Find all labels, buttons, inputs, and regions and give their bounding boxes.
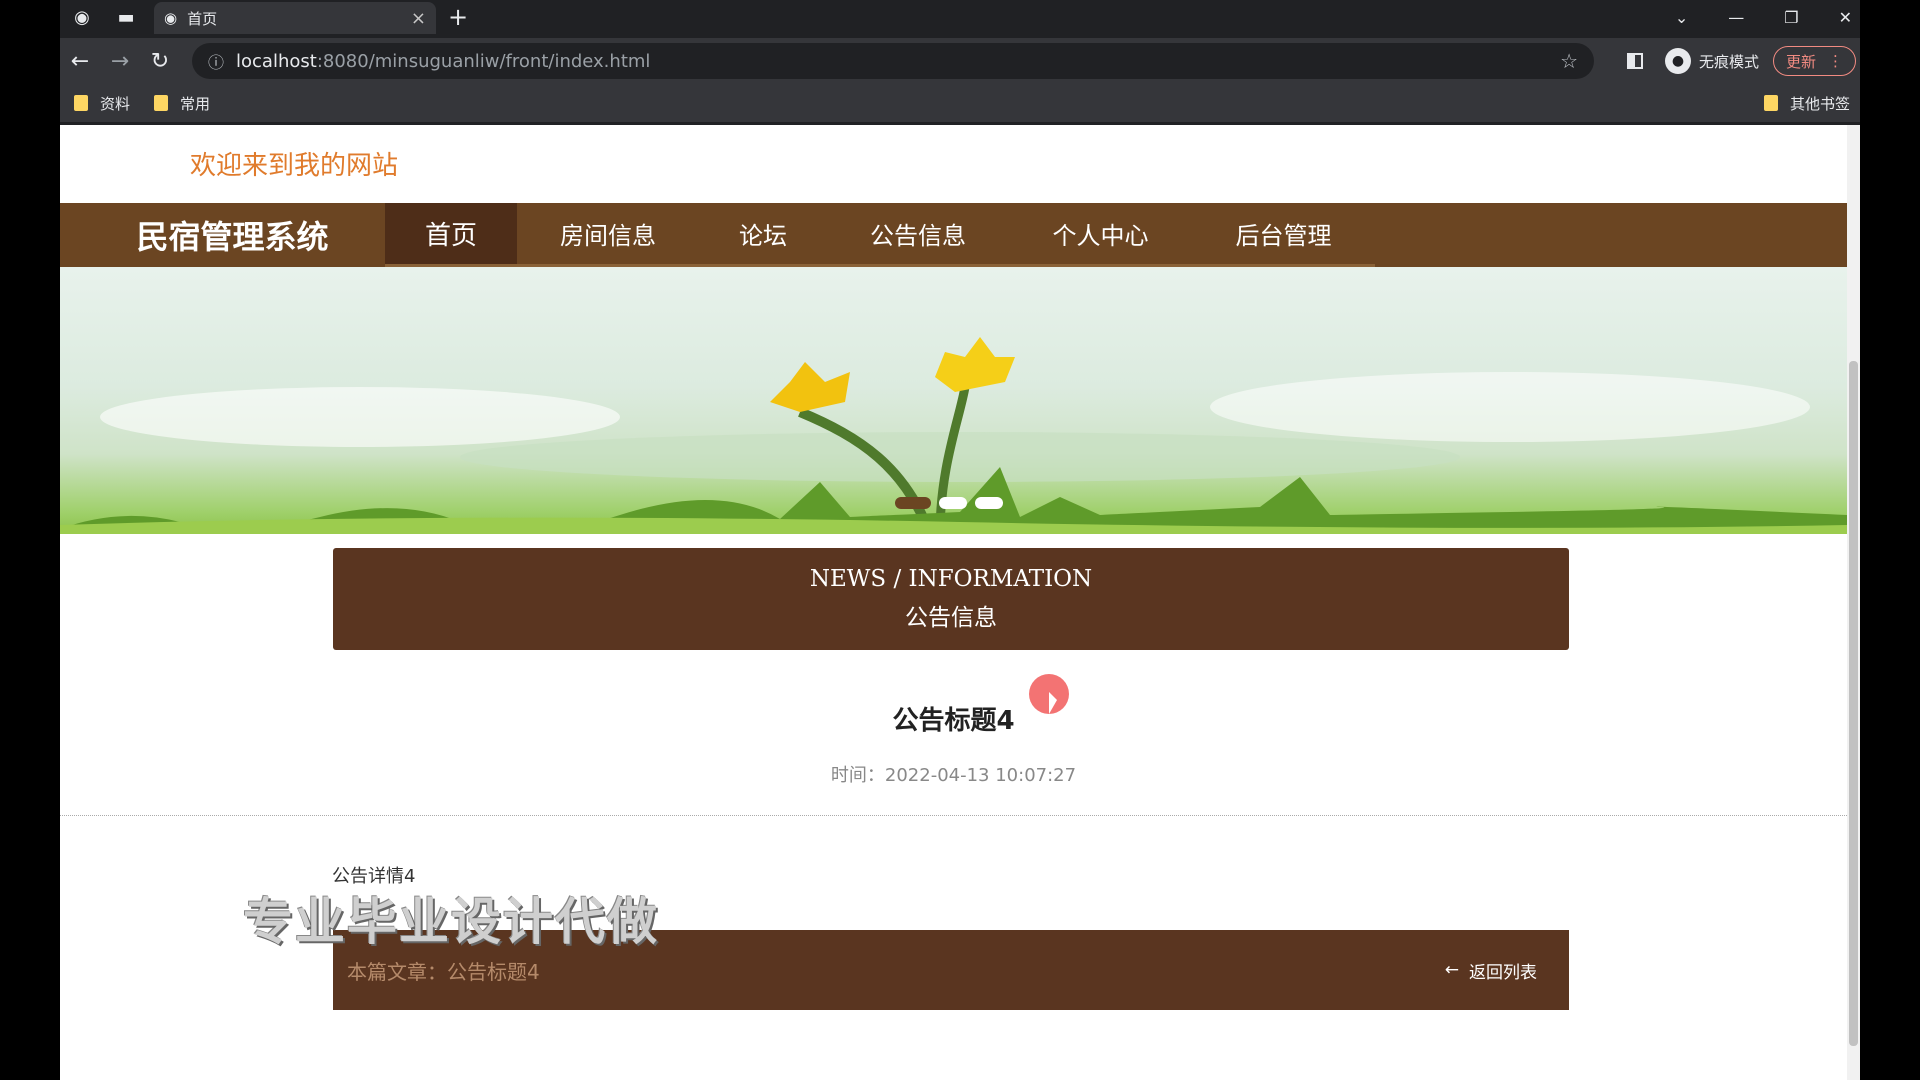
incognito-indicator[interactable]: ● 无痕模式 [1664,48,1759,74]
menu-dots-icon: ⋮ [1828,52,1843,70]
arrow-left-icon: ← [1444,960,1459,980]
address-bar[interactable]: ⓘ localhost :8080/minsuguanliw/front/ind… [192,43,1594,79]
scrollbar-thumb[interactable] [1849,361,1858,1046]
browser-toolbar: ← → ↻ ⓘ localhost :8080/minsuguanliw/fro… [60,38,1860,84]
carousel-dot[interactable] [975,497,1003,509]
globe-icon: ◉ [164,9,178,27]
bookmark-label: 常用 [180,94,211,113]
other-bookmarks[interactable]: 其他书签 [1763,84,1850,122]
bookmark-folder-docs[interactable]: 资料 [74,93,130,114]
update-label: 更新 [1785,52,1816,71]
other-bookmarks-label: 其他书签 [1789,94,1850,113]
nav-admin[interactable]: 后台管理 [1192,203,1375,267]
section-title-en: NEWS / INFORMATION [809,566,1093,592]
mouse-pointer-icon [1049,692,1057,714]
banner-illustration [60,337,1847,534]
window-icon: ▬ [117,6,135,28]
nav-announcements[interactable]: 公告信息 [827,203,1009,267]
pinned-tab-globe[interactable]: ◉ [60,0,104,34]
close-tab-icon[interactable]: × [411,8,426,29]
bookmark-folder-common[interactable]: 常用 [154,93,210,114]
watermark-text: 专业毕业设计代做 [243,893,659,951]
update-button[interactable]: 更新 ⋮ [1772,46,1856,76]
toolbar-right: ● 无痕模式 更新 ⋮ [1626,38,1860,84]
carousel-dot[interactable] [939,497,967,509]
carousel-indicators [895,497,1003,509]
browser-chrome: ◉ ▬ ◉ 首页 × + ⌄ — ❐ ✕ ← → ↻ ⓘ localhost :… [60,0,1860,125]
incognito-label: 无痕模式 [1698,52,1759,71]
section-title-zh: 公告信息 [905,605,997,631]
side-panel-icon[interactable] [1626,53,1643,69]
bookmark-label: 资料 [100,94,131,113]
window-controls: ⌄ — ❐ ✕ [1675,0,1852,34]
site-brand[interactable]: 民宿管理系统 [60,212,385,258]
page-scrollbar[interactable] [1847,125,1860,1080]
minimize-icon[interactable]: — [1728,8,1744,27]
welcome-text: 欢迎来到我的网站 [190,151,399,181]
close-window-icon[interactable]: ✕ [1839,8,1852,27]
tab-bar: ◉ ▬ ◉ 首页 × + [60,0,1860,34]
new-tab-button[interactable]: + [448,3,468,31]
announcement-title: 公告标题4 [892,706,1015,736]
url-host: localhost [236,50,317,72]
web-page: 欢迎来到我的网站 民宿管理系统 首页 房间信息 论坛 公告信息 个人中心 后台管… [60,125,1860,1080]
url-path: :8080/minsuguanliw/front/index.html [316,50,651,72]
reload-icon[interactable]: ↻ [140,49,180,74]
tab-home[interactable]: ◉ 首页 × [154,2,436,34]
forward-icon[interactable]: → [100,49,140,74]
nav-personal-center[interactable]: 个人中心 [1009,203,1192,267]
main-nav: 民宿管理系统 首页 房间信息 论坛 公告信息 个人中心 后台管理 [60,203,1847,267]
pinned-tab-window[interactable]: ▬ [104,0,148,34]
announcement-time: 时间：2022-04-13 10:07:27 [830,765,1077,786]
incognito-icon: ● [1664,48,1691,74]
carousel-dot[interactable] [895,497,931,509]
folder-icon [154,95,169,111]
folder-icon [1763,95,1778,111]
nav-forum[interactable]: 论坛 [699,203,827,267]
tab-search-icon[interactable]: ⌄ [1675,8,1688,27]
divider [60,815,1847,816]
section-header: NEWS / INFORMATION 公告信息 [333,548,1569,650]
folder-icon [74,95,88,111]
back-to-list-label: 返回列表 [1469,962,1537,983]
bookmark-star-icon[interactable]: ☆ [1560,49,1578,73]
back-icon[interactable]: ← [60,49,100,74]
nav-home[interactable]: 首页 [385,203,517,267]
banner-carousel[interactable] [60,267,1847,534]
back-to-list-link[interactable]: ← 返回列表 [1445,958,1537,983]
restore-icon[interactable]: ❐ [1784,8,1798,27]
bookmarks-bar: 资料 常用 其他书签 [60,84,1860,122]
nav-rooms[interactable]: 房间信息 [517,203,699,267]
globe-icon: ◉ [74,6,90,28]
current-article-label: 本篇文章：公告标题4 [347,959,540,984]
tab-title: 首页 [187,9,218,28]
site-info-icon[interactable]: ⓘ [208,49,224,73]
